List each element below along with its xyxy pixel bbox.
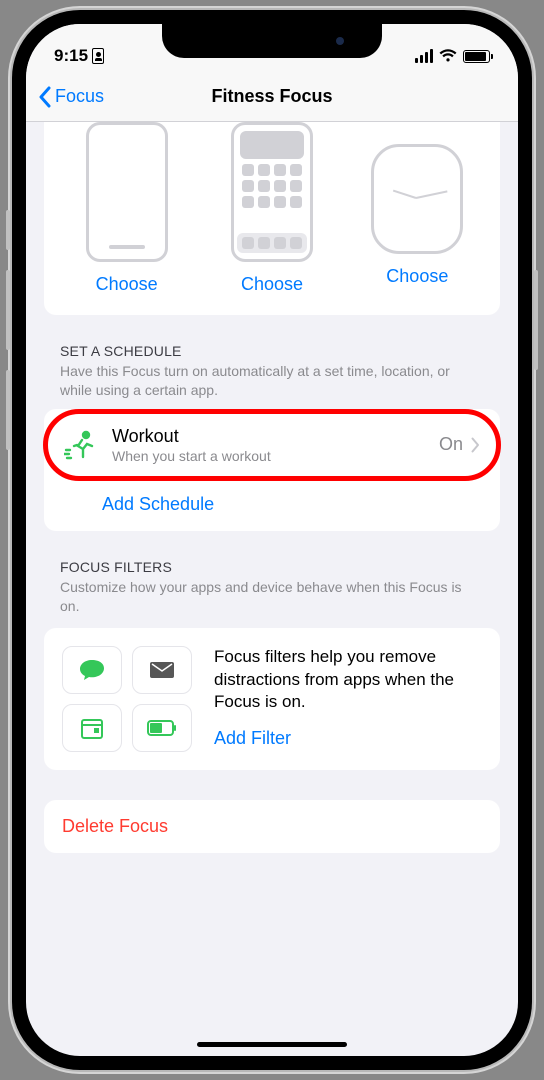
home-screen-preview[interactable]	[231, 122, 313, 262]
watch-face-preview[interactable]	[371, 144, 463, 254]
filters-subtext: Customize how your apps and device behav…	[60, 578, 484, 616]
schedule-list: Workout When you start a workout On Add …	[44, 409, 500, 531]
customize-screens-card: Choose Choose Choose	[44, 122, 500, 315]
notch	[162, 24, 382, 58]
messages-filter-icon	[62, 646, 122, 694]
navigation-bar: Focus Fitness Focus	[26, 72, 518, 122]
filters-description: Focus filters help you remove distractio…	[214, 646, 482, 715]
delete-focus-button[interactable]: Delete Focus	[44, 800, 500, 853]
screen: 9:15 Focus Fitness Focus Choose	[26, 24, 518, 1056]
back-button[interactable]: Focus	[38, 86, 104, 108]
phone-frame: 9:15 Focus Fitness Focus Choose	[12, 10, 532, 1070]
content: Choose Choose Choose	[26, 122, 518, 1034]
cellular-signal-icon	[415, 49, 433, 63]
status-time: 9:15	[54, 46, 88, 66]
add-schedule-button[interactable]: Add Schedule	[44, 478, 500, 531]
id-icon	[92, 48, 104, 64]
chevron-right-icon	[471, 437, 480, 453]
filter-icons-group	[62, 646, 192, 752]
schedule-subtext: Have this Focus turn on automatically at…	[60, 362, 484, 400]
choose-watch-button[interactable]: Choose	[386, 266, 448, 287]
back-label: Focus	[55, 86, 104, 107]
home-indicator[interactable]	[197, 1042, 347, 1047]
battery-icon	[463, 50, 490, 63]
schedule-heading: SET A SCHEDULE	[60, 343, 484, 359]
workout-row-state: On	[439, 434, 463, 455]
schedule-section-header: SET A SCHEDULE Have this Focus turn on a…	[26, 315, 518, 406]
workout-schedule-row[interactable]: Workout When you start a workout On	[48, 414, 496, 476]
highlighted-annotation: Workout When you start a workout On	[43, 409, 501, 481]
filters-section-header: FOCUS FILTERS Customize how your apps an…	[26, 531, 518, 622]
wifi-icon	[439, 49, 457, 63]
add-filter-button[interactable]: Add Filter	[214, 728, 482, 749]
focus-filters-card: Focus filters help you remove distractio…	[44, 628, 500, 770]
mail-filter-icon	[132, 646, 192, 694]
lock-screen-preview[interactable]	[86, 122, 168, 262]
calendar-filter-icon	[62, 704, 122, 752]
battery-filter-icon	[132, 704, 192, 752]
chevron-left-icon	[38, 86, 51, 108]
workout-row-title: Workout	[112, 426, 425, 447]
choose-home-screen-button[interactable]: Choose	[241, 274, 303, 295]
workout-icon	[64, 428, 98, 462]
choose-lock-screen-button[interactable]: Choose	[96, 274, 158, 295]
workout-row-sub: When you start a workout	[112, 448, 425, 464]
filters-heading: FOCUS FILTERS	[60, 559, 484, 575]
